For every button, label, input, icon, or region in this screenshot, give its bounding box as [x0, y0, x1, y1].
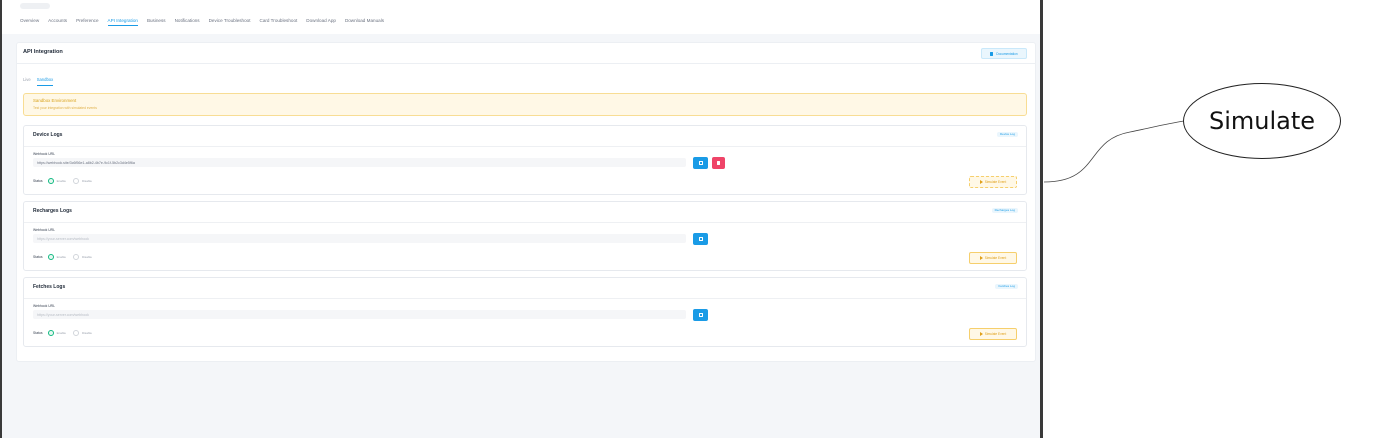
annotation-connector — [1043, 120, 1185, 183]
simulate-annotation-label: Simulate — [1208, 107, 1316, 135]
canvas: Overview Accounts Preference API Integra… — [0, 0, 1384, 438]
simulate-annotation: Simulate — [1183, 83, 1341, 159]
